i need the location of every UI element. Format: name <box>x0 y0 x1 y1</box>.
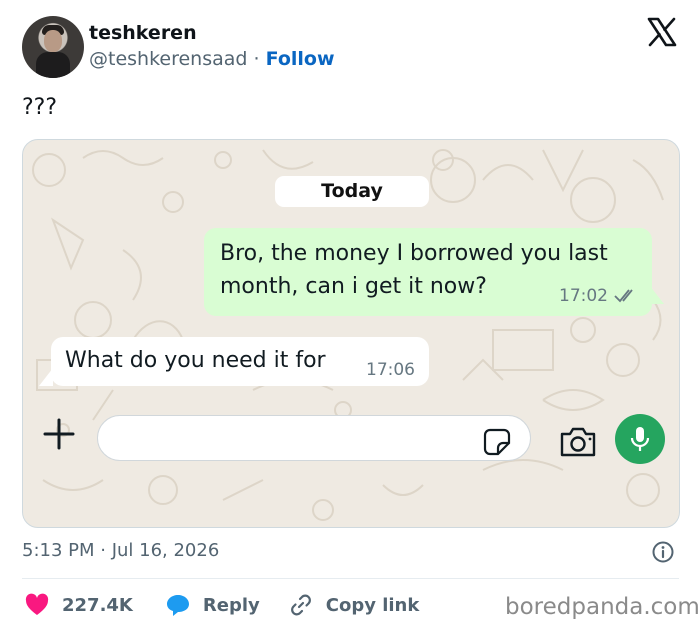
outgoing-message-meta: 17:02 <box>559 286 638 306</box>
tweet-timestamp[interactable]: 5:13 PM · Jul 16, 2026 <box>22 540 219 561</box>
divider <box>22 578 679 579</box>
info-icon[interactable] <box>652 541 674 563</box>
handle-separator: · <box>253 48 260 70</box>
plus-icon[interactable] <box>39 414 79 454</box>
author-name[interactable]: teshkeren <box>89 22 197 44</box>
microphone-icon <box>630 427 650 451</box>
link-icon <box>290 594 311 616</box>
outgoing-message-bubble[interactable]: Bro, the money I borrowed you last month… <box>204 228 652 316</box>
incoming-message-time: 17:06 <box>366 360 415 380</box>
sticker-icon[interactable] <box>483 428 511 456</box>
date-chip: Today <box>275 176 429 207</box>
reply-bubble-icon <box>166 595 189 616</box>
avatar-body <box>36 52 70 78</box>
copy-link-button[interactable]: Copy link <box>288 592 420 618</box>
microphone-button[interactable] <box>615 414 665 464</box>
watermark: boredpanda.com <box>505 594 700 620</box>
outgoing-bubble-tail <box>650 286 664 304</box>
message-input[interactable] <box>97 415 531 461</box>
like-count: 227.4K <box>62 594 133 616</box>
heart-icon <box>25 593 49 615</box>
outgoing-message-time: 17:02 <box>559 286 608 306</box>
x-logo-icon[interactable] <box>647 17 677 47</box>
avatar-face <box>44 30 62 52</box>
reply-button[interactable]: Reply <box>165 593 260 617</box>
follow-button[interactable]: Follow <box>266 48 335 70</box>
avatar[interactable] <box>22 16 84 78</box>
copy-link-label: Copy link <box>325 594 420 616</box>
camera-icon[interactable] <box>559 426 597 458</box>
like-button[interactable]: 227.4K <box>24 593 133 617</box>
tweet-actions: 227.4K Reply Copy link <box>24 590 419 620</box>
author-handle-line: @teshkerensaad · Follow <box>89 48 335 70</box>
double-check-icon <box>614 289 633 303</box>
reply-label: Reply <box>202 594 260 616</box>
message-composer <box>23 402 679 464</box>
incoming-message-text: What do you need it for <box>65 348 326 373</box>
author-handle[interactable]: @teshkerensaad <box>89 48 247 70</box>
incoming-bubble-tail <box>39 368 53 386</box>
tweet-text: ??? <box>22 95 58 120</box>
incoming-message-bubble[interactable]: What do you need it for 17:06 <box>51 337 429 386</box>
chat-screenshot[interactable]: Today Bro, the money I borrowed you last… <box>22 139 680 528</box>
